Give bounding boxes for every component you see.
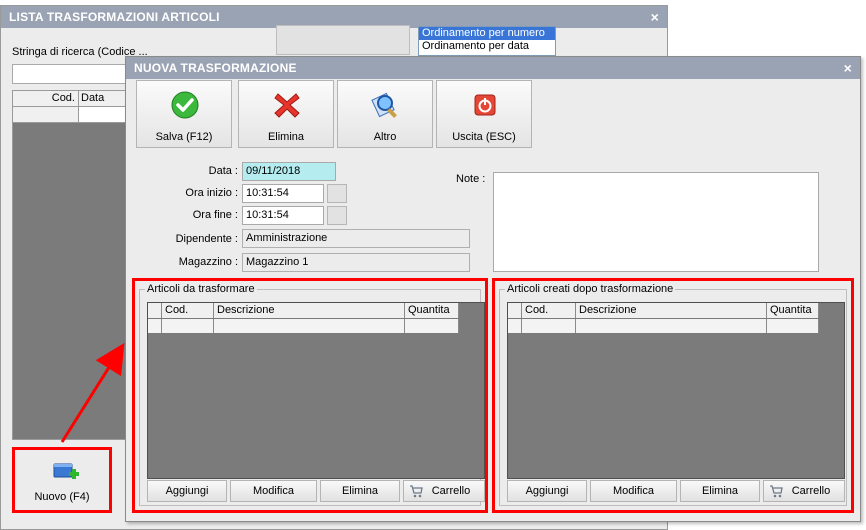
list-window-close-icon[interactable]: × (651, 6, 659, 28)
warehouse-label: Magazzino : (178, 256, 238, 268)
dialog-title: NUOVA TRASFORMAZIONE (134, 61, 297, 75)
dialog-close-icon[interactable]: × (844, 57, 852, 79)
check-icon (171, 91, 199, 119)
grid-buttons: Aggiungi Modifica Elimina Carrello (147, 480, 485, 502)
search-doc-icon (371, 92, 397, 118)
sort-listbox[interactable]: Ordinamento per numero Ordinamento per d… (418, 26, 556, 56)
row-selector[interactable] (13, 107, 79, 122)
cart-button[interactable]: Carrello (403, 480, 485, 502)
end-time-button[interactable] (327, 206, 347, 225)
list-grid[interactable]: Cod. Data (12, 90, 128, 440)
row-cell-description[interactable] (576, 319, 767, 333)
edit-item-button[interactable]: Modifica (590, 480, 677, 502)
delete-button[interactable]: Elimina (238, 80, 334, 148)
new-button-label: Nuovo (F4) (34, 491, 90, 503)
grid-header-description[interactable]: Descrizione (576, 303, 767, 318)
table-row[interactable] (508, 319, 819, 334)
grid-header-quantity[interactable]: Quantita (405, 303, 459, 318)
grid-header: Cod. Descrizione Quantita (508, 303, 819, 319)
list-grid-header-cod[interactable]: Cod. (13, 91, 79, 107)
grid-header: Cod. Descrizione Quantita (148, 303, 459, 319)
new-transformation-dialog: NUOVA TRASFORMAZIONE × Salva (F12) Elimi… (125, 56, 861, 522)
row-cell-quantity[interactable] (767, 319, 819, 333)
grid-header-cod[interactable]: Cod. (162, 303, 214, 318)
date-field[interactable]: 09/11/2018 (242, 162, 336, 181)
grid-header-quantity[interactable]: Quantita (767, 303, 819, 318)
other-button-label: Altro (373, 131, 397, 143)
cart-icon (410, 485, 423, 498)
power-icon (474, 94, 496, 116)
row-selector[interactable] (508, 319, 522, 333)
delete-x-icon (274, 93, 300, 118)
end-time-field[interactable]: 10:31:54 (242, 206, 324, 225)
dialog-titlebar: NUOVA TRASFORMAZIONE × (126, 57, 860, 79)
grid-buttons: Aggiungi Modifica Elimina Carrello (507, 480, 845, 502)
row-cell-quantity[interactable] (405, 319, 459, 333)
delete-button-label: Elimina (267, 131, 305, 143)
date-label: Data : (208, 165, 238, 177)
table-row[interactable] (148, 319, 459, 334)
new-button[interactable]: Nuovo (F4) (12, 447, 112, 513)
list-grid-header: Cod. Data (13, 91, 127, 107)
note-label: Note : (456, 173, 486, 185)
delete-item-button[interactable]: Elimina (320, 480, 400, 502)
employee-label: Dipendente : (175, 233, 238, 245)
cart-button[interactable]: Carrello (763, 480, 845, 502)
created-items-group: Articoli creati dopo trasformazione Cod.… (492, 278, 854, 513)
exit-button[interactable]: Uscita (ESC) (436, 80, 532, 148)
search-button[interactable] (276, 25, 410, 55)
other-button[interactable]: Altro (337, 80, 433, 148)
grid-header-cod[interactable]: Cod. (522, 303, 576, 318)
add-item-button[interactable]: Aggiungi (507, 480, 587, 502)
note-textarea[interactable] (493, 172, 819, 272)
row-cell-description[interactable] (214, 319, 405, 333)
row-cell-cod[interactable] (162, 319, 214, 333)
grid-header-description[interactable]: Descrizione (214, 303, 405, 318)
items-to-transform-grid[interactable]: Cod. Descrizione Quantita (147, 302, 485, 479)
sort-option-date[interactable]: Ordinamento per data (419, 40, 555, 53)
end-time-label: Ora fine : (192, 209, 238, 221)
sort-option-number[interactable]: Ordinamento per numero (419, 27, 555, 40)
grid-header-selector (148, 303, 162, 318)
row-cell-cod[interactable] (522, 319, 576, 333)
start-time-button[interactable] (327, 184, 347, 203)
start-time-field[interactable]: 10:31:54 (242, 184, 324, 203)
list-window-title: LISTA TRASFORMAZIONI ARTICOLI (9, 10, 220, 24)
items-to-transform-group: Articoli da trasformare Cod. Descrizione… (132, 278, 488, 513)
cart-button-label: Carrello (791, 485, 831, 497)
warehouse-field[interactable]: Magazzino 1 (242, 253, 470, 272)
cart-button-label: Carrello (431, 485, 471, 497)
start-time-label: Ora inizio : (185, 187, 238, 199)
edit-item-button[interactable]: Modifica (230, 480, 317, 502)
table-row[interactable] (13, 107, 127, 123)
save-button-label: Salva (F12) (155, 131, 213, 143)
grid-header-selector (508, 303, 522, 318)
created-items-grid[interactable]: Cod. Descrizione Quantita (507, 302, 845, 479)
new-window-plus-icon (53, 463, 79, 479)
employee-field[interactable]: Amministrazione (242, 229, 470, 248)
delete-item-button[interactable]: Elimina (680, 480, 760, 502)
group-title: Articoli da trasformare (145, 283, 257, 295)
row-selector[interactable] (148, 319, 162, 333)
add-item-button[interactable]: Aggiungi (147, 480, 227, 502)
group-title: Articoli creati dopo trasformazione (505, 283, 676, 295)
list-grid-header-data[interactable]: Data (81, 91, 104, 107)
exit-button-label: Uscita (ESC) (452, 131, 516, 143)
cart-icon (770, 485, 783, 498)
save-button[interactable]: Salva (F12) (136, 80, 232, 148)
